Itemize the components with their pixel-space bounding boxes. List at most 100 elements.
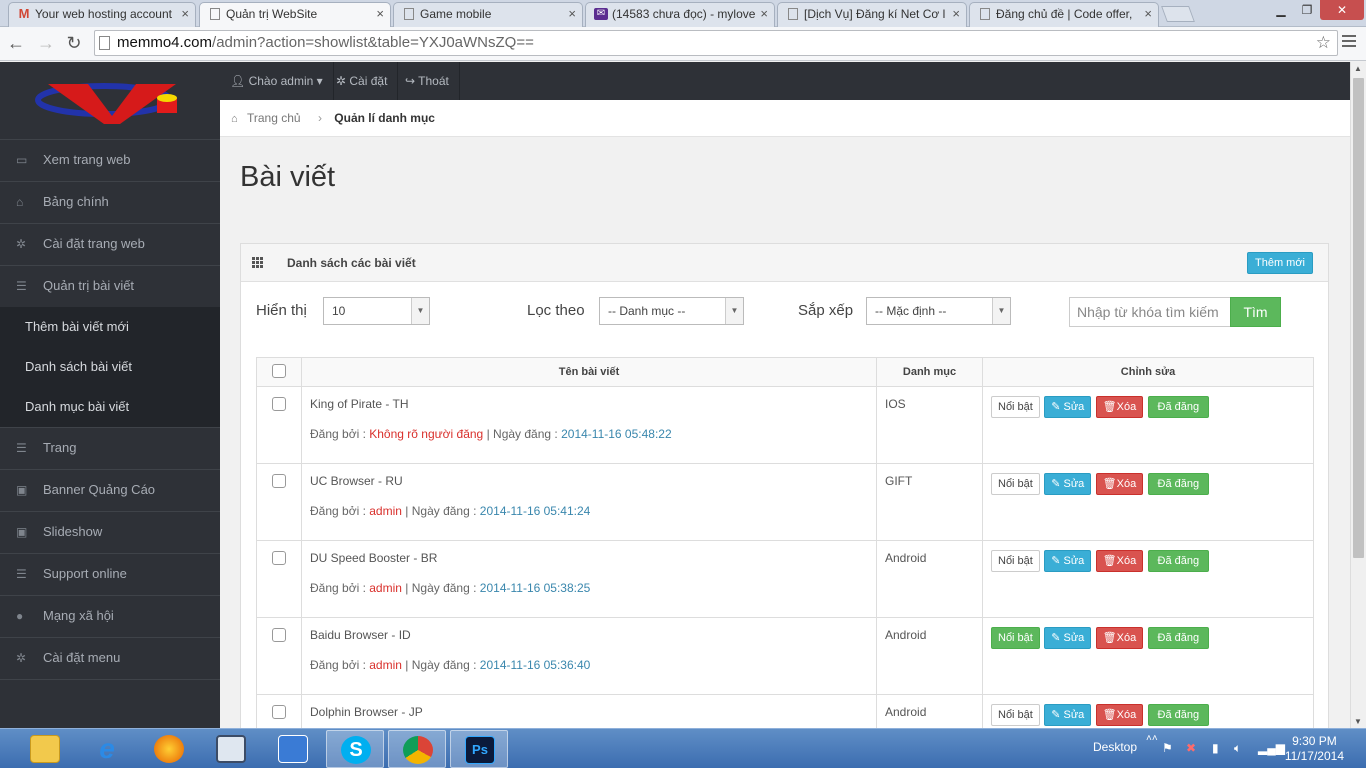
sidebar-item-pages[interactable]: ☰ Trang: [0, 427, 220, 469]
window-close-icon[interactable]: ✕: [1320, 0, 1364, 20]
delete-button[interactable]: 🗑︎Xóa: [1095, 704, 1144, 726]
taskbar-firefox[interactable]: [140, 730, 198, 768]
browser-tab-game[interactable]: Game mobile ×: [393, 2, 583, 27]
feature-button[interactable]: Nổi bật: [991, 550, 1040, 572]
taskbar-explorer[interactable]: [16, 730, 74, 768]
add-new-button[interactable]: Thêm mới: [1247, 252, 1313, 274]
close-tab-icon[interactable]: ×: [1144, 3, 1152, 25]
sidebar-item-view-site[interactable]: ▭ Xem trang web: [0, 139, 220, 181]
sidebar-item-manage-posts[interactable]: ☰ Quản trị bài viết: [0, 265, 220, 307]
reload-icon[interactable]: ↻: [62, 31, 86, 55]
search-input[interactable]: Nhập từ khóa tìm kiếm: [1069, 297, 1231, 327]
page-size-select[interactable]: 10 ▼: [323, 297, 430, 325]
taskbar-app[interactable]: [264, 730, 322, 768]
edit-button[interactable]: ✎ Sửa: [1044, 396, 1092, 418]
date-label: Ngày đăng :: [411, 581, 477, 595]
taskbar-skype[interactable]: S: [326, 730, 384, 768]
back-icon[interactable]: ←: [4, 31, 28, 55]
list-icon: ☰: [16, 567, 27, 581]
row-checkbox[interactable]: [272, 474, 286, 488]
delete-button[interactable]: 🗑︎Xóa: [1095, 473, 1144, 495]
scroll-down-icon[interactable]: ▼: [1354, 717, 1362, 726]
published-button[interactable]: Đã đăng: [1147, 473, 1210, 495]
sidebar-item-menu-settings[interactable]: ✲ Cài đặt menu: [0, 637, 220, 679]
close-tab-icon[interactable]: ×: [760, 3, 768, 25]
forward-icon[interactable]: →: [34, 31, 58, 55]
double-chevron-up-icon[interactable]: ˄˄: [1146, 733, 1158, 744]
delete-button[interactable]: 🗑︎Xóa: [1095, 550, 1144, 572]
post-title[interactable]: Baidu Browser - ID: [310, 628, 868, 642]
system-clock[interactable]: 9:30 PM 11/17/2014: [1285, 734, 1344, 764]
edit-button[interactable]: ✎ Sửa: [1044, 704, 1092, 726]
select-all-checkbox[interactable]: [272, 363, 286, 378]
volume-icon[interactable]: 🔈︎: [1234, 741, 1241, 756]
browser-tab-dangchude[interactable]: Đăng chủ đề | Code offer, ×: [969, 2, 1159, 27]
row-checkbox[interactable]: [272, 551, 286, 565]
sidebar-item-banner[interactable]: ▣ Banner Quảng Cáo: [0, 469, 220, 511]
chrome-menu-icon[interactable]: [1342, 35, 1356, 51]
minimize-icon[interactable]: ▁: [1268, 0, 1294, 20]
new-tab-button[interactable]: [1161, 6, 1195, 22]
taskbar-virtualbox[interactable]: [202, 730, 260, 768]
site-logo[interactable]: [0, 62, 220, 139]
browser-tab-hosting[interactable]: M Your web hosting account ×: [8, 2, 196, 27]
close-tab-icon[interactable]: ×: [376, 3, 384, 25]
browser-tab-dichvu[interactable]: [Dịch Vụ] Đăng kí Net Cơ l ×: [777, 2, 967, 27]
address-bar[interactable]: memmo4.com/admin?action=showlist&table=Y…: [94, 30, 1338, 56]
browser-tab-admin[interactable]: Quản trị WebSite ×: [199, 2, 391, 28]
category-filter-select[interactable]: -- Danh mục -- ▼: [599, 297, 744, 325]
delete-button[interactable]: 🗑︎Xóa: [1095, 396, 1144, 418]
edit-button[interactable]: ✎ Sửa: [1044, 473, 1092, 495]
search-button[interactable]: Tìm: [1230, 297, 1281, 327]
restore-icon[interactable]: ❐: [1294, 0, 1320, 20]
feature-button[interactable]: Nổi bật: [991, 627, 1040, 649]
sidebar-item-social[interactable]: ● Mạng xã hội: [0, 595, 220, 637]
sidebar-item-support[interactable]: ☰ Support online: [0, 553, 220, 595]
user-menu-button[interactable]: 👤︎ Chào admin ▾: [220, 62, 334, 100]
sidebar-subitem-post-categories[interactable]: Danh mục bài viết: [0, 387, 220, 427]
scrollbar-thumb[interactable]: [1353, 78, 1364, 558]
battery-icon[interactable]: ▮: [1212, 741, 1219, 755]
sidebar-subitem-post-list[interactable]: Danh sách bài viết: [0, 347, 220, 387]
sidebar-item-site-settings[interactable]: ✲ Cài đặt trang web: [0, 223, 220, 265]
row-checkbox[interactable]: [272, 705, 286, 719]
feature-button[interactable]: Nổi bật: [991, 473, 1040, 495]
delete-button[interactable]: 🗑︎Xóa: [1095, 627, 1144, 649]
feature-button[interactable]: Nổi bật: [991, 704, 1040, 726]
published-button[interactable]: Đã đăng: [1147, 550, 1210, 572]
settings-button[interactable]: ✲ Cài đặt: [326, 62, 399, 100]
row-checkbox[interactable]: [272, 397, 286, 411]
close-tab-icon[interactable]: ×: [568, 3, 576, 25]
post-title[interactable]: UC Browser - RU: [310, 474, 868, 488]
sort-select[interactable]: -- Mặc định -- ▼: [866, 297, 1011, 325]
scroll-up-icon[interactable]: ▲: [1354, 64, 1362, 73]
chrome-icon: [403, 736, 433, 764]
page-scrollbar[interactable]: ▲ ▼: [1350, 62, 1366, 728]
browser-tab-mail[interactable]: ✉ (14583 chưa đọc) - mylove ×: [585, 2, 775, 27]
sidebar-subitem-add-post[interactable]: Thêm bài viết mới: [0, 307, 220, 347]
post-title[interactable]: King of Pirate - TH: [310, 397, 868, 411]
edit-button[interactable]: ✎ Sửa: [1044, 627, 1092, 649]
close-tab-icon[interactable]: ×: [952, 3, 960, 25]
taskbar-photoshop[interactable]: Ps: [450, 730, 508, 768]
taskbar-ie[interactable]: e: [78, 730, 136, 768]
sidebar-item-slideshow[interactable]: ▣ Slideshow: [0, 511, 220, 553]
network-signal-icon[interactable]: ▂▄▆: [1258, 741, 1285, 755]
published-button[interactable]: Đã đăng: [1147, 704, 1210, 726]
post-title[interactable]: Dolphin Browser - JP: [310, 705, 868, 719]
sidebar-item-dashboard[interactable]: ⌂ Bảng chính: [0, 181, 220, 223]
action-center-icon[interactable]: ✖: [1186, 741, 1196, 755]
desktop-toolbar-label[interactable]: Desktop: [1093, 740, 1137, 754]
taskbar-chrome[interactable]: [388, 730, 446, 768]
breadcrumb-home[interactable]: Trang chủ: [247, 111, 301, 125]
edit-button[interactable]: ✎ Sửa: [1044, 550, 1092, 572]
logout-button[interactable]: ↪ Thoát: [395, 62, 460, 100]
bookmark-star-icon[interactable]: ☆: [1316, 31, 1331, 55]
post-title[interactable]: DU Speed Booster - BR: [310, 551, 868, 565]
row-checkbox[interactable]: [272, 628, 286, 642]
flag-icon[interactable]: ⚑: [1162, 741, 1173, 755]
published-button[interactable]: Đã đăng: [1147, 627, 1210, 649]
feature-button[interactable]: Nổi bật: [991, 396, 1040, 418]
published-button[interactable]: Đã đăng: [1147, 396, 1210, 418]
close-tab-icon[interactable]: ×: [181, 3, 189, 25]
